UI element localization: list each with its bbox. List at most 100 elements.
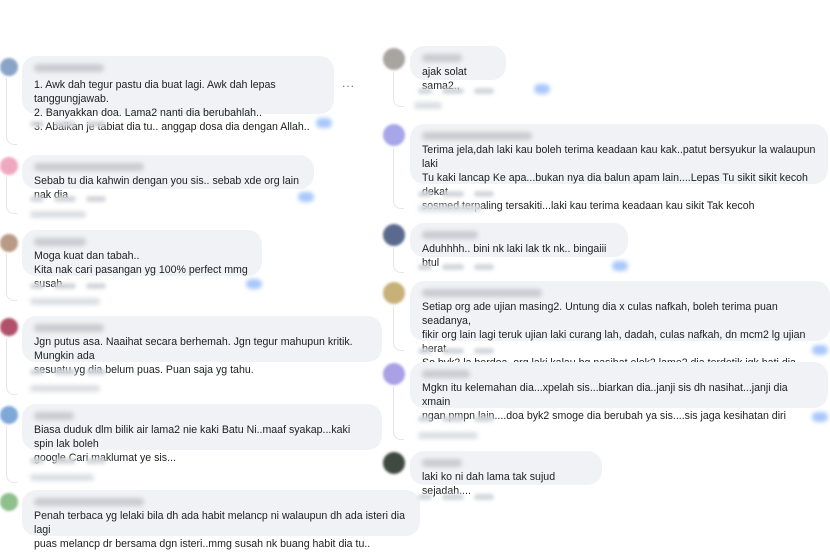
comment-bubble: Jgn putus asa. Naaihat secara berhemah. … <box>22 316 382 376</box>
reaction-icon[interactable] <box>612 261 628 271</box>
view-replies-link[interactable] <box>30 298 100 305</box>
share-action[interactable] <box>474 494 494 500</box>
avatar[interactable] <box>0 58 18 76</box>
avatar[interactable] <box>0 234 18 252</box>
reply-action[interactable] <box>442 494 464 500</box>
comment-actions <box>30 283 106 289</box>
share-action[interactable] <box>86 369 106 375</box>
share-action[interactable] <box>86 196 106 202</box>
view-replies-link[interactable] <box>414 102 442 109</box>
avatar[interactable] <box>0 493 18 511</box>
reaction-icon[interactable] <box>316 118 332 128</box>
commenter-name[interactable] <box>422 54 462 62</box>
reaction-icon[interactable] <box>246 279 262 289</box>
view-replies-link[interactable] <box>30 211 86 218</box>
thread-line <box>6 177 17 214</box>
view-replies-link[interactable] <box>418 205 482 212</box>
like-action[interactable] <box>30 121 44 127</box>
avatar[interactable] <box>383 452 405 474</box>
comment-bubble: Mgkn itu kelemahan dia...xpelah sis...bi… <box>410 362 828 422</box>
commenter-name[interactable] <box>34 498 144 506</box>
thread-line <box>6 254 17 301</box>
commenter-name[interactable] <box>34 238 86 246</box>
thread-line <box>393 148 404 209</box>
comment-actions <box>418 416 494 422</box>
thread-line <box>393 387 404 440</box>
commenter-name[interactable] <box>422 132 532 140</box>
reply-action[interactable] <box>442 88 464 94</box>
share-action[interactable] <box>474 416 494 422</box>
comment-bubble: laki ko ni dah lama tak sujud sejadah...… <box>410 451 602 497</box>
commenter-name[interactable] <box>34 64 104 72</box>
reply-action[interactable] <box>442 416 464 422</box>
comment-actions <box>418 348 494 354</box>
comment-actions <box>30 121 106 127</box>
reply-action[interactable] <box>54 458 76 464</box>
share-action[interactable] <box>86 283 106 289</box>
avatar[interactable] <box>383 282 405 304</box>
reply-action[interactable] <box>442 191 464 197</box>
reply-action[interactable] <box>54 196 76 202</box>
thread-line <box>6 338 17 395</box>
view-replies-link[interactable] <box>30 474 94 481</box>
thread-line <box>393 248 404 273</box>
share-action[interactable] <box>474 264 494 270</box>
avatar[interactable] <box>383 224 405 246</box>
reaction-icon[interactable] <box>298 192 314 202</box>
share-action[interactable] <box>86 121 106 127</box>
comment-text: Terima jela,dah laki kau boleh terima ke… <box>422 144 816 212</box>
comment-actions <box>30 458 106 464</box>
like-action[interactable] <box>30 369 44 375</box>
comment-bubble: Aduhhhh.. bini nk laki lak tk nk.. binga… <box>410 223 628 269</box>
more-options-button[interactable]: ... <box>342 76 355 90</box>
share-action[interactable] <box>474 348 494 354</box>
view-replies-link[interactable] <box>30 385 100 392</box>
avatar[interactable] <box>383 48 405 70</box>
comment-text: Penah terbaca yg lelaki bila dh ada habi… <box>34 510 406 550</box>
share-action[interactable] <box>86 458 106 464</box>
avatar[interactable] <box>0 318 18 336</box>
comment-bubble: 1. Awk dah tegur pastu dia buat lagi. Aw… <box>22 56 334 133</box>
reaction-icon[interactable] <box>812 412 828 422</box>
avatar[interactable] <box>383 124 405 146</box>
comment-actions <box>30 196 106 202</box>
comment-bubble: Sebab tu dia kahwin dengan you sis.. seb… <box>22 155 314 201</box>
avatar[interactable] <box>0 157 18 175</box>
commenter-name[interactable] <box>422 459 462 467</box>
comment-actions <box>30 369 106 375</box>
share-action[interactable] <box>474 88 494 94</box>
avatar[interactable] <box>383 363 405 385</box>
commenter-name[interactable] <box>34 324 104 332</box>
like-action[interactable] <box>418 88 432 94</box>
thread-line <box>393 72 404 107</box>
like-action[interactable] <box>418 494 432 500</box>
reply-action[interactable] <box>54 369 76 375</box>
reply-action[interactable] <box>54 283 76 289</box>
like-action[interactable] <box>418 191 432 197</box>
share-action[interactable] <box>474 191 494 197</box>
commenter-name[interactable] <box>422 289 542 297</box>
like-action[interactable] <box>418 416 432 422</box>
reply-action[interactable] <box>442 348 464 354</box>
reply-action[interactable] <box>54 121 76 127</box>
like-action[interactable] <box>418 348 432 354</box>
commenter-name[interactable] <box>34 412 74 420</box>
reaction-icon[interactable] <box>534 84 550 94</box>
commenter-name[interactable] <box>422 370 470 378</box>
view-replies-link[interactable] <box>418 432 478 439</box>
avatar[interactable] <box>0 406 18 424</box>
commenter-name[interactable] <box>422 231 478 239</box>
like-action[interactable] <box>30 196 44 202</box>
commenter-name[interactable] <box>34 163 144 171</box>
reply-action[interactable] <box>442 264 464 270</box>
like-action[interactable] <box>30 458 44 464</box>
comment-actions <box>418 88 494 94</box>
comment-actions <box>418 191 494 197</box>
reaction-icon[interactable] <box>812 345 828 355</box>
like-action[interactable] <box>418 264 432 270</box>
like-action[interactable] <box>30 283 44 289</box>
comment-bubble: Biasa duduk dlm bilik air lama2 nie kaki… <box>22 404 382 464</box>
comment-bubble: Setiap org ade ujian masing2. Untung dia… <box>410 281 830 369</box>
comment-bubble: ajak solat sama2., <box>410 46 506 92</box>
comment-bubble: Penah terbaca yg lelaki bila dh ada habi… <box>22 490 420 550</box>
